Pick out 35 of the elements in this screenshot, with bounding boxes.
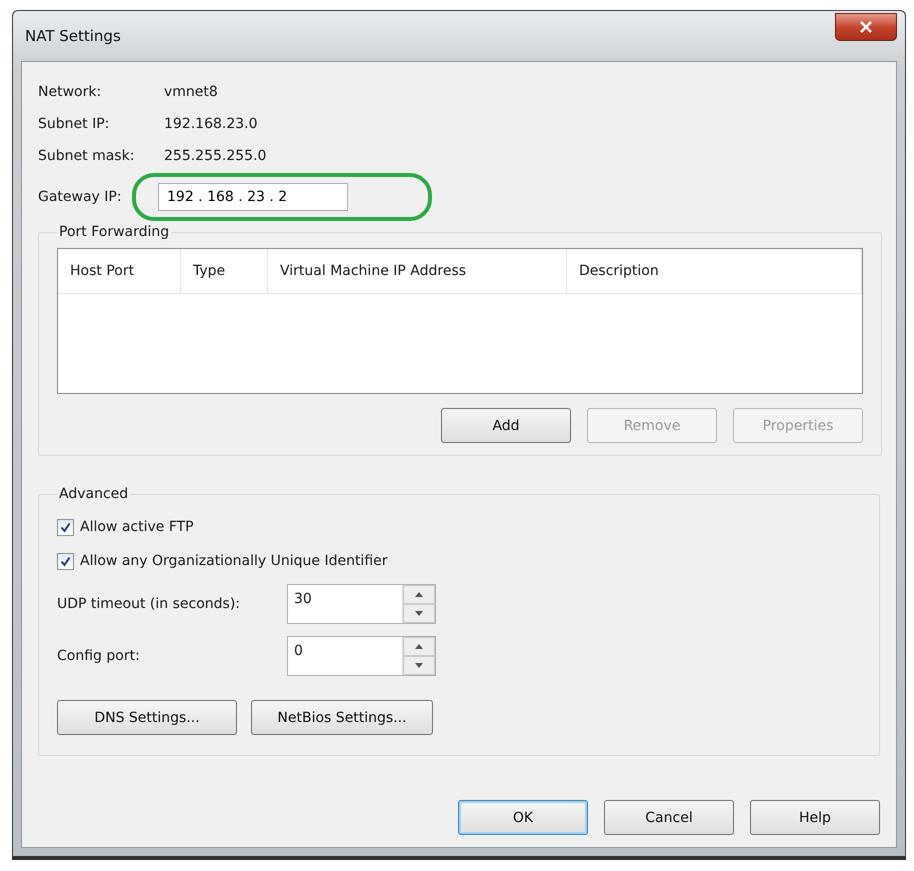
dns-settings-button[interactable]: DNS Settings... [57,700,237,735]
spinner-value: 0 [293,642,304,661]
help-button[interactable]: Help [750,800,880,835]
column-header[interactable]: Type [181,249,268,293]
window-title: NAT Settings [24,27,121,45]
column-header[interactable]: Host Port [58,249,181,293]
checkbox-label: Allow any Organizationally Unique Identifier [80,553,388,569]
info-label: Subnet IP: [38,116,110,132]
column-header[interactable]: Description [567,249,862,293]
checkmark-icon [60,556,71,566]
info-value: vmnet8 [164,84,218,100]
checkbox-label: Allow active FTP [80,519,194,535]
spinner-value: 30 [293,590,313,609]
info-label: Subnet mask: [38,148,136,164]
gateway-ip-field[interactable]: 192 . 168 . 23 . 2 [158,183,348,211]
checkbox[interactable] [57,552,74,570]
group-title: Advanced [58,486,130,502]
ok-button[interactable]: OK [458,800,588,835]
number-spinner[interactable]: 30 [287,584,436,624]
checkbox[interactable] [57,518,74,536]
info-label: Network: [38,84,102,100]
netbios-settings-button[interactable]: NetBios Settings... [251,700,433,735]
add-button[interactable]: Add [441,408,571,443]
spinner-label: Config port: [57,648,141,664]
close-button[interactable] [835,13,897,41]
gateway-label: Gateway IP: [38,189,123,205]
column-header[interactable]: Virtual Machine IP Address [268,249,567,293]
info-value: 192.168.23.0 [164,116,258,132]
info-value: 255.255.255.0 [164,148,266,164]
group-title: Port Forwarding [58,224,170,240]
close-icon [860,21,872,33]
checkmark-icon [60,522,71,532]
number-spinner[interactable]: 0 [287,636,436,676]
cancel-button[interactable]: Cancel [604,800,734,835]
spinner-label: UDP timeout (in seconds): [57,596,242,612]
